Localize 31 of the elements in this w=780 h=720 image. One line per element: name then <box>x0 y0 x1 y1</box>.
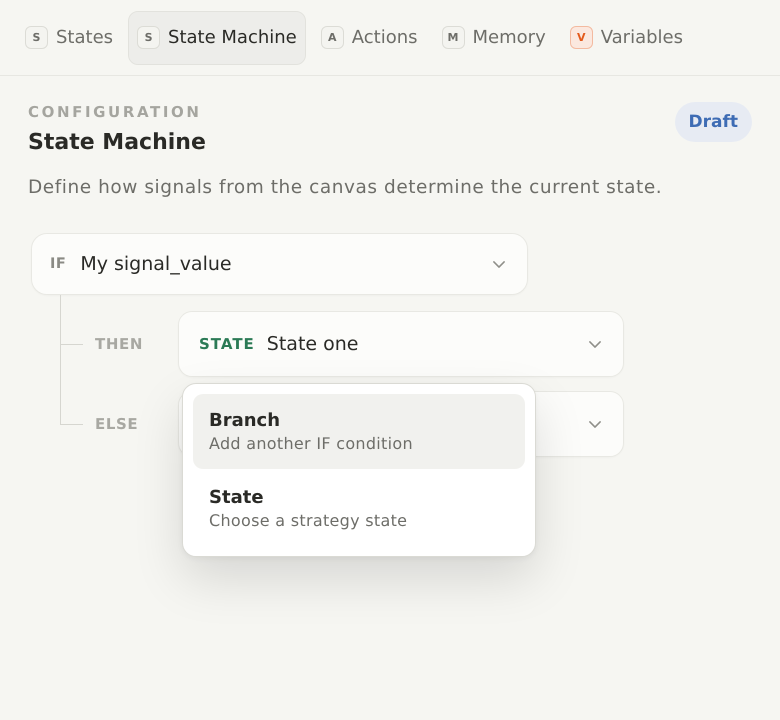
condition-select[interactable]: IF My signal_value <box>31 233 528 295</box>
tab[interactable]: S State Machine <box>128 10 306 64</box>
menu-item-description: Add another IF condition <box>209 433 414 455</box>
status-badge: Draft <box>674 102 752 142</box>
tab[interactable]: M Memory <box>432 10 555 64</box>
menu-item-title: State <box>209 486 265 510</box>
chevron-down-icon <box>589 340 601 348</box>
target-type-label: STATE <box>199 335 255 353</box>
tab-badge: S <box>25 26 48 49</box>
tab-badge: S <box>137 26 160 49</box>
menu-item[interactable]: State Choose a strategy state <box>193 471 525 546</box>
if-keyword-label: IF <box>50 256 66 272</box>
menu-item-title: Branch <box>209 409 282 433</box>
tab[interactable]: A Actions <box>312 10 427 64</box>
chevron-down-icon <box>493 260 505 268</box>
branch-label: ELSE <box>95 415 140 433</box>
tab-badge: V <box>570 26 593 49</box>
tab[interactable]: S States <box>16 10 122 64</box>
condition-value-text: My signal_value <box>80 253 233 275</box>
tab-badge: A <box>320 26 344 49</box>
target-select[interactable]: STATE State one <box>178 311 624 377</box>
tab-badge: M <box>442 26 465 49</box>
menu-item-description: Choose a strategy state <box>209 510 408 532</box>
tab[interactable]: V Variables <box>560 10 692 64</box>
branch-label: THEN <box>95 335 144 353</box>
target-value-text: State one <box>266 333 358 355</box>
description-text: Define how signals from the canvas determine the current state. <box>28 176 664 200</box>
menu-item[interactable]: Branch Add another IF condition <box>193 394 525 469</box>
chevron-down-icon <box>589 420 601 428</box>
section-title: State Machine <box>28 129 206 157</box>
section-eyebrow-label: CONFIGURATION <box>28 102 203 122</box>
